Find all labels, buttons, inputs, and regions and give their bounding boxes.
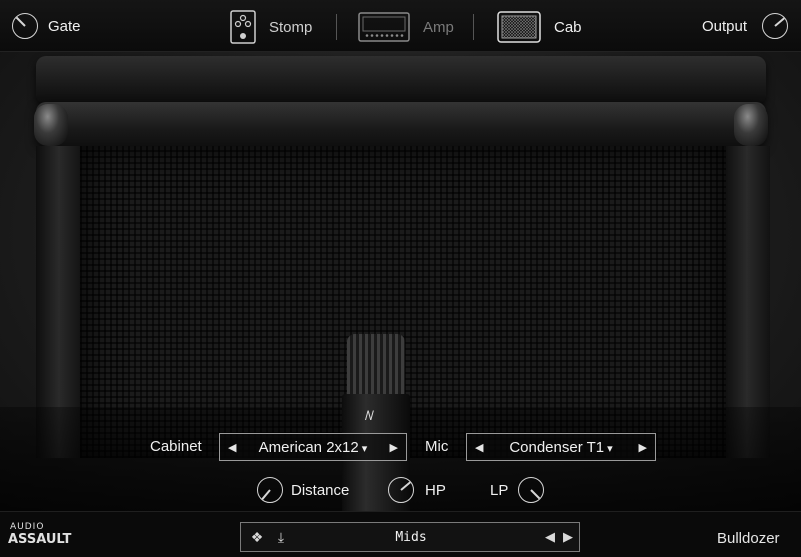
output-knob[interactable]: [762, 13, 788, 39]
cabinet-corner: [34, 104, 68, 146]
hp-knob[interactable]: [388, 477, 414, 503]
cabinet-top-panel: [36, 56, 766, 104]
preset-name[interactable]: Mids: [381, 530, 441, 545]
cabinet-selector[interactable]: ◀ American 2x12 ▶: [219, 433, 407, 461]
product-name: Bulldozer: [717, 530, 780, 547]
cabinet-icon: [497, 11, 541, 43]
brand-logo-top: AUDIO: [10, 522, 45, 532]
mic-selector[interactable]: ◀ Condenser T1 ▶: [466, 433, 656, 461]
distance-label: Distance: [291, 482, 350, 499]
dropbox-icon[interactable]: ❖: [248, 529, 266, 545]
output-label: Output: [702, 18, 748, 35]
cabinet-value[interactable]: American 2x12: [259, 439, 368, 456]
mic-prev-icon[interactable]: ◀: [475, 441, 483, 454]
tab-amp-label: Amp: [423, 18, 454, 36]
cabinet-label: Cabinet: [150, 438, 202, 455]
hp-label: HP: [425, 482, 446, 499]
mic-next-icon[interactable]: ▶: [639, 441, 647, 454]
microphone-head: [347, 334, 405, 398]
brand-logo-bottom: ASSAULT: [8, 532, 72, 547]
preset-prev-icon[interactable]: ◀: [541, 529, 559, 545]
distance-knob[interactable]: [257, 477, 283, 503]
preset-browser: ❖ ⤓ Mids ◀ ▶: [240, 522, 580, 552]
gate-knob[interactable]: [12, 13, 38, 39]
cabinet-corner: [734, 104, 768, 146]
top-bar: Gate Stomp Amp Cab Output: [0, 0, 801, 52]
gate-label: Gate: [48, 18, 81, 35]
tab-amp[interactable]: Amp: [358, 10, 454, 44]
tab-stomp-label: Stomp: [269, 18, 313, 36]
brand-logo: AUDIO ASSAULT: [6, 522, 72, 550]
tab-stomp[interactable]: Stomp: [230, 10, 312, 44]
tab-divider: [473, 14, 474, 40]
microphone-logo-icon: /\/: [365, 408, 374, 423]
lp-label: LP: [490, 482, 509, 499]
mic-value[interactable]: Condenser T1: [509, 439, 612, 456]
cabinet-next-icon[interactable]: ▶: [390, 441, 398, 454]
tab-cab-label: Cab: [554, 18, 582, 36]
stompbox-icon: [230, 10, 256, 44]
lp-knob[interactable]: [518, 477, 544, 503]
mic-label: Mic: [425, 438, 449, 455]
download-icon[interactable]: ⤓: [272, 529, 290, 545]
bottom-bar: AUDIO ASSAULT ❖ ⤓ Mids ◀ ▶ Bulldozer: [0, 511, 801, 557]
tab-cab[interactable]: Cab: [497, 10, 582, 44]
cabinet-top-panel: [36, 102, 766, 146]
tab-divider: [336, 14, 337, 40]
amp-head-icon: [358, 12, 410, 42]
preset-next-icon[interactable]: ▶: [559, 529, 577, 545]
cabinet-prev-icon[interactable]: ◀: [228, 441, 236, 454]
